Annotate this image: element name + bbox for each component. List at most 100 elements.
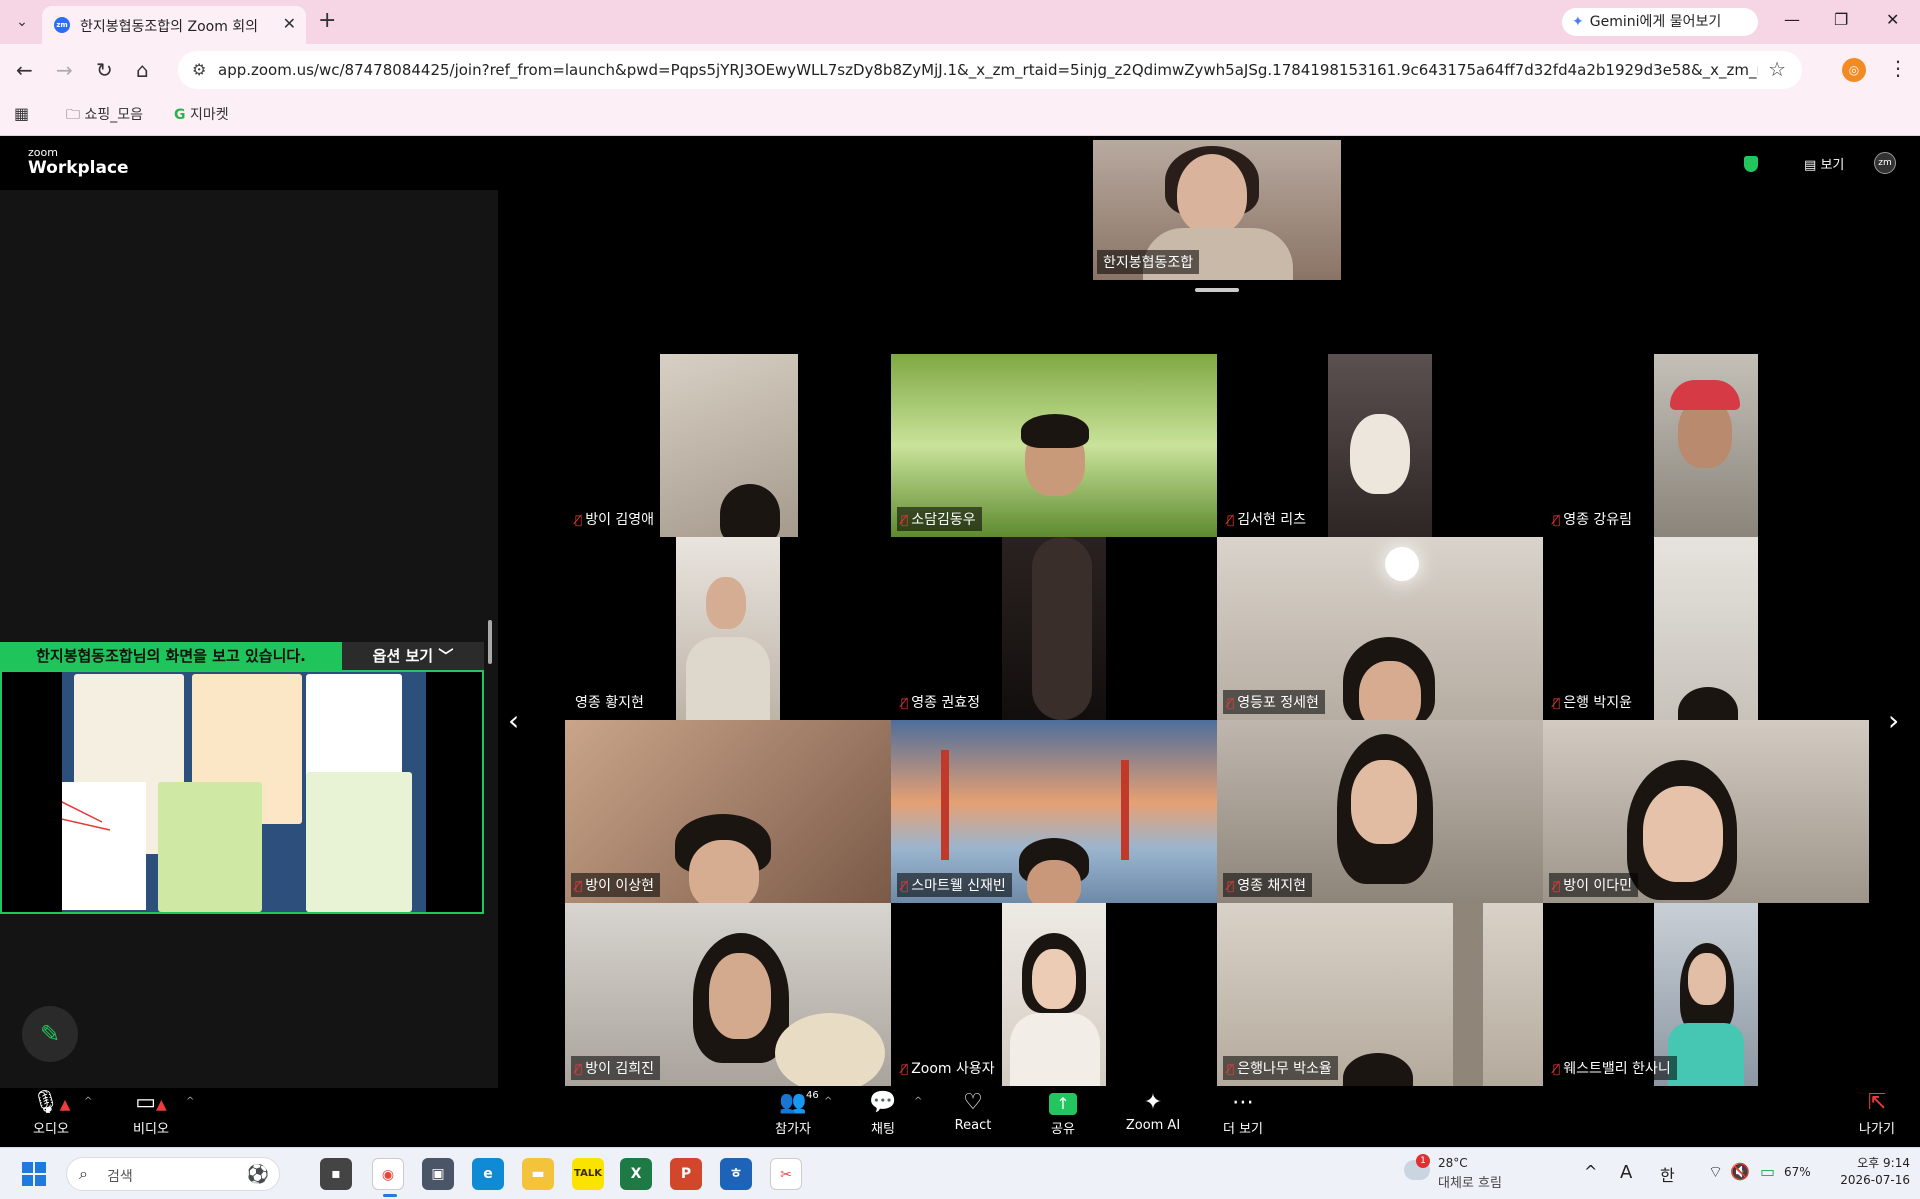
clock[interactable]: 오후 9:14 2026-07-16 — [1826, 1154, 1910, 1187]
weather-alert-badge: 1 — [1416, 1154, 1430, 1168]
active-speaker-video[interactable]: 한지봉협동조합 — [1093, 140, 1341, 280]
apps-grid-icon[interactable]: ▦ — [14, 104, 29, 123]
audio-options-caret-icon[interactable]: ^ — [84, 1096, 92, 1107]
participant-tile[interactable]: 🎙̸ 스마트웰 신재빈 — [891, 720, 1217, 903]
edge-icon[interactable]: e — [472, 1158, 504, 1190]
kakaotalk-icon[interactable]: TALK — [572, 1158, 604, 1190]
media-app-icon[interactable]: ▣ — [422, 1158, 454, 1190]
view-options-button[interactable]: 옵션 보기 ﹀ — [342, 642, 484, 670]
forward-icon[interactable]: → — [56, 58, 73, 82]
speaker-strip-handle[interactable] — [1195, 288, 1239, 292]
wifi-icon[interactable]: ⌔ — [1708, 1162, 1723, 1182]
avatar[interactable]: zm — [1874, 152, 1896, 174]
zoom-ai-button[interactable]: ✦ Zoom AI — [1108, 1088, 1198, 1133]
leave-button[interactable]: ⇱ 나가기 — [1832, 1088, 1920, 1137]
participant-tile[interactable]: 🎙̸ 방이 이상현 — [565, 720, 891, 903]
new-tab-button[interactable]: + — [318, 8, 336, 33]
participant-tile[interactable]: 🎙̸ 영종 권효정 — [891, 537, 1217, 720]
active-app-indicator — [383, 1194, 397, 1197]
bookmark-gmarket[interactable]: G 지마켓 — [174, 104, 229, 124]
view-button[interactable]: ▤ 보기 — [1804, 154, 1844, 173]
participant-hair — [1032, 537, 1092, 720]
more-label: 더 보기 — [1222, 1122, 1263, 1137]
task-view-icon[interactable]: ▪ — [320, 1158, 352, 1190]
mic-muted-icon: 🎙̸ — [1227, 696, 1235, 710]
participant-tile[interactable]: 🎙̸ 소담김동우 — [891, 354, 1217, 537]
share-banner: 한지봉협동조합님의 화면을 보고 있습니다. — [0, 642, 342, 670]
annotate-pen-icon[interactable]: ✎ — [22, 1006, 78, 1062]
participant-tile[interactable]: 🎙̸ 영종 강유림 — [1543, 354, 1869, 537]
restore-icon[interactable]: ❐ — [1834, 10, 1848, 29]
participant-name-text: 스마트웰 신재빈 — [911, 878, 1006, 894]
browser-menu-icon[interactable]: ⋮ — [1888, 56, 1908, 80]
more-button[interactable]: ⋯ 더 보기 — [1198, 1088, 1288, 1137]
extension-icon[interactable]: ◎ — [1842, 58, 1866, 82]
share-button[interactable]: ↑ 공유 — [1018, 1088, 1108, 1137]
minimize-icon[interactable]: — — [1784, 10, 1800, 29]
windows-start-icon[interactable] — [22, 1162, 46, 1186]
shared-screen[interactable] — [0, 670, 484, 914]
bridge-tower — [1121, 760, 1129, 860]
react-button[interactable]: ♡ React — [928, 1088, 1018, 1133]
video-button[interactable]: ▭▲ 비디오 — [106, 1088, 196, 1137]
excel-icon[interactable]: X — [620, 1158, 652, 1190]
participants-caret-icon[interactable]: ^ — [824, 1096, 832, 1107]
participant-tile[interactable]: 🎙̸ 영등포 정세현 — [1217, 537, 1543, 720]
snipping-tool-icon[interactable]: ✂ — [770, 1158, 802, 1190]
mic-muted-icon: 🎙̸ — [901, 1062, 909, 1076]
participant-tile[interactable]: 🎙̸ 김서현 리츠 — [1217, 354, 1543, 537]
panel-resize-handle[interactable] — [488, 620, 492, 664]
participant-tile[interactable]: 영종 황지현 — [565, 537, 891, 720]
tray-chevron-icon[interactable]: ^ — [1584, 1162, 1597, 1181]
participant-name-text: 영종 황지현 — [575, 695, 644, 711]
chat-caret-icon[interactable]: ^ — [914, 1096, 922, 1107]
participant-tile[interactable]: 🎙̸ 방이 김희진 — [565, 903, 891, 1086]
participant-face — [1032, 949, 1076, 1009]
participant-tile[interactable]: 🎙̸ 은행 박지윤 — [1543, 537, 1869, 720]
back-icon[interactable]: ← — [16, 58, 33, 82]
participant-face — [1688, 953, 1726, 1005]
battery-icon[interactable]: ▭ — [1760, 1162, 1775, 1181]
bookmark-folder-shopping[interactable]: 🗀 쇼핑_모음 — [66, 104, 143, 128]
chrome-icon[interactable]: ◉ — [372, 1158, 404, 1190]
door-frame — [1453, 903, 1483, 1086]
participant-tile[interactable]: 🎙̸ Zoom 사용자 — [891, 903, 1217, 1086]
taskbar-search[interactable]: ⌕ 검색 ⚽ — [66, 1157, 280, 1191]
audio-button[interactable]: 🎙▲ 오디오 — [6, 1088, 96, 1137]
speaker-name: 한지봉협동조합 — [1097, 250, 1200, 274]
participant-name: 🎙̸ 방이 이상현 — [571, 873, 661, 897]
active-tab[interactable]: zm 한지봉협동조합의 Zoom 회의 ✕ — [42, 6, 306, 44]
home-icon[interactable]: ⌂ — [136, 58, 149, 82]
participant-tile[interactable]: 🎙̸ 은행나무 박소율 — [1217, 903, 1543, 1086]
participant-body — [1668, 1023, 1744, 1086]
speaker-muted-icon[interactable]: 🔇 — [1730, 1162, 1750, 1181]
powerpoint-icon[interactable]: P — [670, 1158, 702, 1190]
encryption-shield-icon[interactable] — [1744, 156, 1758, 172]
participant-tile[interactable]: 🎙̸ 영종 채지현 — [1217, 720, 1543, 903]
omnibox[interactable]: ⚙ app.zoom.us/wc/87478084425/join?ref_fr… — [178, 51, 1802, 89]
previous-page-icon[interactable]: ‹ — [508, 704, 519, 737]
bookmark-star-icon[interactable]: ☆ — [1768, 57, 1786, 81]
tab-search-chevron-icon[interactable]: ⌄ — [10, 10, 34, 34]
video-options-caret-icon[interactable]: ^ — [186, 1096, 194, 1107]
ime-han[interactable]: 한 — [1660, 1162, 1675, 1186]
next-page-icon[interactable]: › — [1888, 704, 1899, 737]
poster-image — [306, 772, 412, 912]
chevron-down-icon: ﹀ — [438, 647, 454, 665]
view-label: 보기 — [1820, 158, 1845, 173]
video-off-icon: ▭▲ — [135, 1090, 167, 1115]
gemini-button[interactable]: ✦ Gemini에게 물어보기 — [1562, 8, 1758, 36]
tab-close-icon[interactable]: ✕ — [283, 14, 296, 33]
url-text[interactable]: app.zoom.us/wc/87478084425/join?ref_from… — [218, 61, 1758, 79]
participant-video — [1002, 537, 1106, 720]
participant-tile[interactable]: 🎙̸ 방이 김영애 — [565, 354, 891, 537]
file-explorer-icon[interactable]: ▬ — [522, 1158, 554, 1190]
ime-a[interactable]: A — [1620, 1162, 1632, 1183]
participant-tile[interactable]: 🎙̸ 방이 이다민 — [1543, 720, 1869, 903]
site-info-icon[interactable]: ⚙ — [192, 60, 206, 79]
close-window-icon[interactable]: ✕ — [1886, 10, 1899, 29]
hangul-icon[interactable]: ㅎ — [720, 1158, 752, 1190]
reload-icon[interactable]: ↻ — [96, 58, 113, 82]
folder-icon: 🗀 — [66, 107, 80, 123]
participant-tile[interactable]: 🎙̸ 웨스트밸리 한사니 — [1543, 903, 1869, 1086]
